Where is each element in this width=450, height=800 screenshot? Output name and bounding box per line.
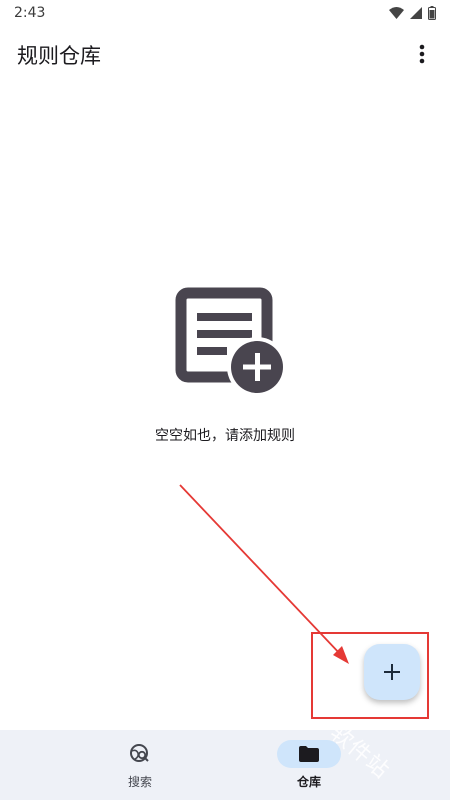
status-icons <box>389 5 436 21</box>
nav-label-repository: 仓库 <box>296 775 321 789</box>
more-vert-icon <box>419 44 425 64</box>
status-bar: 2:43 <box>0 0 450 26</box>
annotation-arrowhead <box>333 646 349 664</box>
page-title: 规则仓库 <box>17 44 101 68</box>
wifi-icon <box>389 7 404 19</box>
overflow-menu-button[interactable] <box>404 36 440 72</box>
signal-icon <box>410 7 422 19</box>
add-rule-fab[interactable] <box>364 644 420 700</box>
plus-icon <box>384 664 400 680</box>
document-add-icon <box>175 287 287 395</box>
battery-icon <box>428 6 436 20</box>
nav-indicator-search <box>108 740 172 768</box>
empty-state-message: 空空如也，请添加规则 <box>155 428 295 444</box>
status-time: 2:43 <box>14 5 46 21</box>
nav-item-search[interactable]: 搜索 <box>80 730 200 800</box>
nav-label-search: 搜索 <box>127 775 152 789</box>
folder-icon <box>299 746 319 762</box>
app-bar: 规则仓库 <box>0 26 450 84</box>
annotation-arrow <box>179 484 343 657</box>
search-globe-icon <box>130 744 149 762</box>
